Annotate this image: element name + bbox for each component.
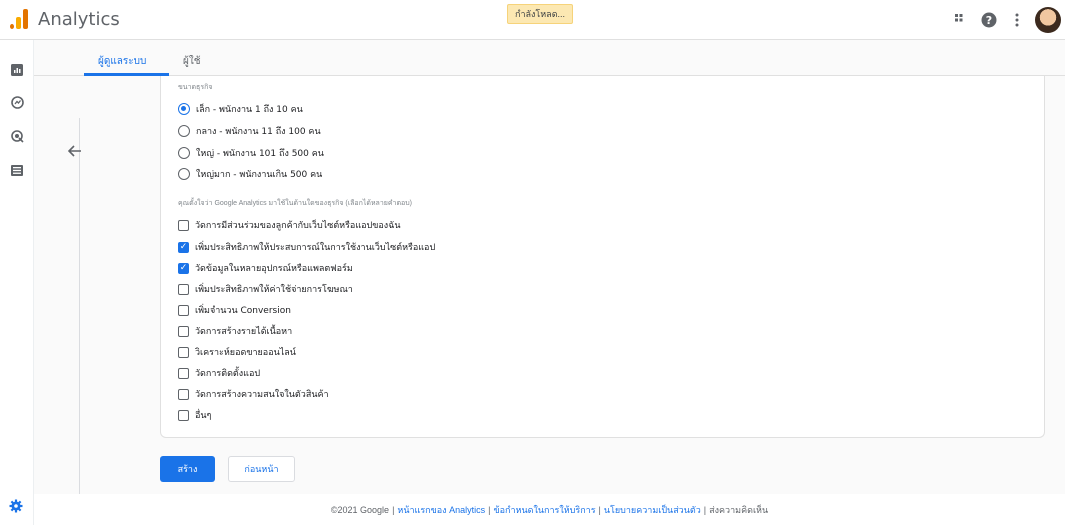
left-nav-rail (0, 40, 34, 525)
size-option[interactable]: ใหญ่ - พนักงาน 101 ถึง 500 คน (178, 146, 324, 160)
checkbox[interactable] (178, 304, 189, 316)
usage-option[interactable]: วัดการสร้างรายได้เนื้อหา (178, 324, 292, 338)
svg-text:?: ? (986, 14, 992, 27)
usage-option[interactable]: ✓ วัดข้อมูลในหลายอุปกรณ์หรือแพลตฟอร์ม (178, 261, 353, 275)
create-button[interactable]: สร้าง (160, 456, 215, 482)
size-option[interactable]: ใหญ่มาก - พนักงานเกิน 500 คน (178, 167, 322, 181)
analytics-logo[interactable] (10, 9, 28, 29)
usage-option[interactable]: เพิ่มจำนวน Conversion (178, 303, 291, 317)
checkbox-checked[interactable]: ✓ (178, 262, 189, 274)
checkbox[interactable] (178, 388, 189, 400)
checkbox[interactable] (178, 346, 189, 358)
radio[interactable] (178, 125, 190, 137)
main-content: ขนาดธุรกิจ เล็ก - พนักงาน 1 ถึง 10 คน กล… (34, 76, 1065, 494)
apps-grid-icon[interactable] (947, 6, 975, 34)
footer-link-terms[interactable]: ข้อกำหนดในการให้บริการ (493, 503, 595, 517)
checkbox[interactable] (178, 325, 189, 337)
usage-option[interactable]: วัดการติดตั้งแอป (178, 366, 260, 380)
stepper-line (79, 118, 80, 494)
business-info-card: ขนาดธุรกิจ เล็ก - พนักงาน 1 ถึง 10 คน กล… (160, 76, 1045, 438)
size-option[interactable]: เล็ก - พนักงาน 1 ถึง 10 คน (178, 102, 303, 116)
checkbox[interactable] (178, 367, 189, 379)
usage-option[interactable]: วัดการสร้างความสนใจในตัวสินค้า (178, 387, 329, 401)
admin-gear-icon[interactable] (9, 499, 23, 516)
usage-label: คุณตั้งใจว่า Google Analytics มาใช้ในด้า… (178, 200, 413, 207)
footer-link-home[interactable]: หน้าแรกของ Analytics (397, 503, 485, 517)
footer: ©2021 Google | หน้าแรกของ Analytics | ข้… (34, 494, 1065, 525)
copyright: ©2021 Google (330, 504, 390, 515)
checkbox[interactable] (178, 283, 189, 295)
checkbox[interactable] (178, 409, 189, 421)
admin-tabs: ผู้ดูแลระบบ ผู้ใช้ (34, 40, 1065, 76)
checkbox-checked[interactable]: ✓ (178, 241, 189, 253)
checkbox[interactable] (178, 219, 189, 231)
more-vert-icon[interactable] (1003, 6, 1031, 34)
usage-option[interactable]: วิเคราะห์ยอดขายออนไลน์ (178, 345, 296, 359)
feedback-link[interactable]: ส่งความคิดเห็น (709, 503, 768, 517)
avatar[interactable] (1035, 7, 1061, 33)
usage-option[interactable]: ✓ เพิ่มประสิทธิภาพให้ประสบการณ์ในการใช้งา… (178, 240, 435, 254)
size-option[interactable]: กลาง - พนักงาน 11 ถึง 100 คน (178, 124, 321, 138)
advertising-icon[interactable] (9, 128, 25, 144)
tab-user[interactable]: ผู้ใช้ (183, 54, 201, 69)
previous-button[interactable]: ก่อนหน้า (228, 456, 295, 482)
radio[interactable] (178, 147, 190, 159)
explore-icon[interactable] (9, 94, 25, 110)
reports-icon[interactable] (9, 62, 25, 78)
footer-link-privacy[interactable]: นโยบายความเป็นส่วนตัว (604, 503, 701, 517)
tab-admin[interactable]: ผู้ดูแลระบบ (98, 54, 146, 69)
usage-option[interactable]: อื่นๆ (178, 408, 211, 422)
top-app-bar: Analytics กำลังโหลด... ? (0, 0, 1065, 40)
help-icon[interactable]: ? (975, 6, 1003, 34)
radio[interactable] (178, 168, 190, 180)
configure-icon[interactable] (9, 162, 25, 178)
radio-selected[interactable] (178, 103, 190, 115)
usage-option[interactable]: วัดการมีส่วนร่วมของลูกค้ากับเว็บไซต์หรือ… (178, 218, 401, 232)
usage-option[interactable]: เพิ่มประสิทธิภาพให้ค่าใช้จ่ายการโฆษณา (178, 282, 353, 296)
business-size-label: ขนาดธุรกิจ (178, 84, 213, 91)
loading-indicator: กำลังโหลด... (507, 4, 574, 24)
back-arrow-icon[interactable] (67, 144, 82, 162)
app-title: Analytics (38, 9, 120, 30)
